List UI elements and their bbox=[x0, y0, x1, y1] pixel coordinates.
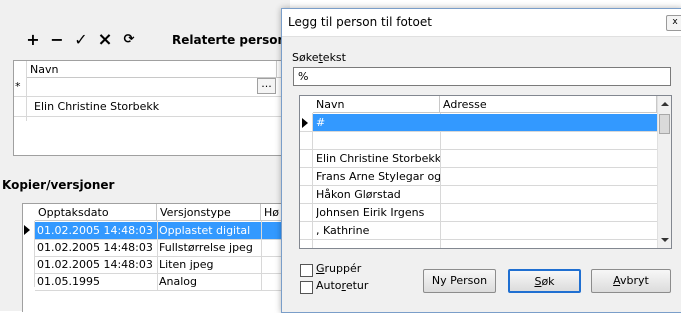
dialog-title: Legg til person til fotoet bbox=[288, 15, 432, 29]
close-icon[interactable]: x bbox=[666, 15, 681, 31]
ellipsis-button[interactable]: ... bbox=[257, 78, 276, 94]
person-result-row[interactable] bbox=[316, 132, 440, 149]
version-row-type[interactable]: Fullstørrelse jpeg bbox=[159, 239, 261, 256]
version-row-type[interactable]: Opplastet digital bbox=[157, 222, 261, 239]
column-header-navn[interactable]: Navn bbox=[313, 96, 440, 113]
versions-grid[interactable]: Opptaksdato Versjonstype Hø 01.02.2005 1… bbox=[22, 203, 292, 312]
cancel-icon[interactable]: × bbox=[96, 31, 114, 49]
person-result-row[interactable]: # bbox=[313, 114, 657, 131]
versions-title: Kopier/versjoner bbox=[2, 178, 115, 192]
add-icon[interactable]: + bbox=[24, 31, 42, 49]
person-result-row[interactable]: Håkon Glørstad bbox=[316, 186, 440, 203]
autoreturn-checkbox-label: Autoretur bbox=[316, 279, 369, 292]
add-person-dialog: Legg til person til fotoet x Søketekst %… bbox=[281, 8, 681, 313]
column-header-type[interactable]: Versjonstype bbox=[157, 204, 261, 221]
version-row-type[interactable]: Analog bbox=[159, 273, 261, 290]
version-row-type[interactable]: Liten jpeg bbox=[159, 256, 261, 273]
cancel-button[interactable]: Avbryt bbox=[591, 269, 671, 293]
current-row-arrow-icon bbox=[302, 118, 308, 128]
refresh-icon[interactable]: ⟳ bbox=[120, 31, 138, 49]
person-result-row[interactable]: Johnsen Eirik Irgens bbox=[316, 204, 440, 221]
new-person-button[interactable]: Ny Person bbox=[423, 269, 496, 293]
scroll-down-icon[interactable] bbox=[661, 238, 669, 242]
search-input[interactable]: % bbox=[293, 67, 671, 86]
version-row-date[interactable]: 01.05.1995 bbox=[37, 273, 157, 290]
group-checkbox-label: Gruppér bbox=[316, 262, 362, 275]
scrollbar-thumb[interactable] bbox=[659, 114, 670, 134]
persons-grid[interactable]: Navn I * ... Elin Christine Storbekk F bbox=[13, 60, 292, 156]
search-text-label: Søketekst bbox=[292, 51, 346, 64]
current-row-arrow-icon bbox=[24, 225, 30, 235]
version-row-date[interactable]: 01.02.2005 14:48:03 bbox=[37, 256, 157, 273]
column-header-navn[interactable]: Navn bbox=[27, 61, 277, 78]
group-checkbox[interactable] bbox=[300, 264, 313, 277]
check-icon[interactable]: ✓ bbox=[72, 31, 90, 49]
column-header-adresse[interactable]: Adresse bbox=[440, 96, 657, 113]
dialog-titlebar: Legg til person til fotoet x bbox=[282, 9, 681, 37]
person-row[interactable]: Elin Christine Storbekk bbox=[34, 98, 274, 115]
column-header-date[interactable]: Opptaksdato bbox=[35, 204, 157, 221]
person-result-row[interactable]: Frans Arne Stylegar og bbox=[316, 168, 440, 185]
person-results-grid[interactable]: Navn Adresse # Elin Christine Storbekk F… bbox=[299, 95, 672, 249]
autoreturn-checkbox[interactable] bbox=[300, 281, 313, 294]
search-button[interactable]: Søk bbox=[508, 269, 581, 293]
person-result-row[interactable]: , Kathrine bbox=[316, 222, 440, 239]
version-row-date[interactable]: 01.02.2005 14:48:03 bbox=[37, 239, 157, 256]
version-row-date[interactable]: 01.02.2005 14:48:03 bbox=[35, 222, 157, 239]
new-row-marker: * bbox=[15, 80, 21, 93]
person-result-row[interactable]: Elin Christine Storbekk bbox=[316, 150, 440, 167]
related-persons-label: Relaterte persone bbox=[172, 33, 295, 47]
vertical-scrollbar[interactable] bbox=[657, 96, 671, 248]
scroll-up-icon[interactable] bbox=[661, 102, 669, 106]
remove-icon[interactable]: − bbox=[48, 31, 66, 49]
